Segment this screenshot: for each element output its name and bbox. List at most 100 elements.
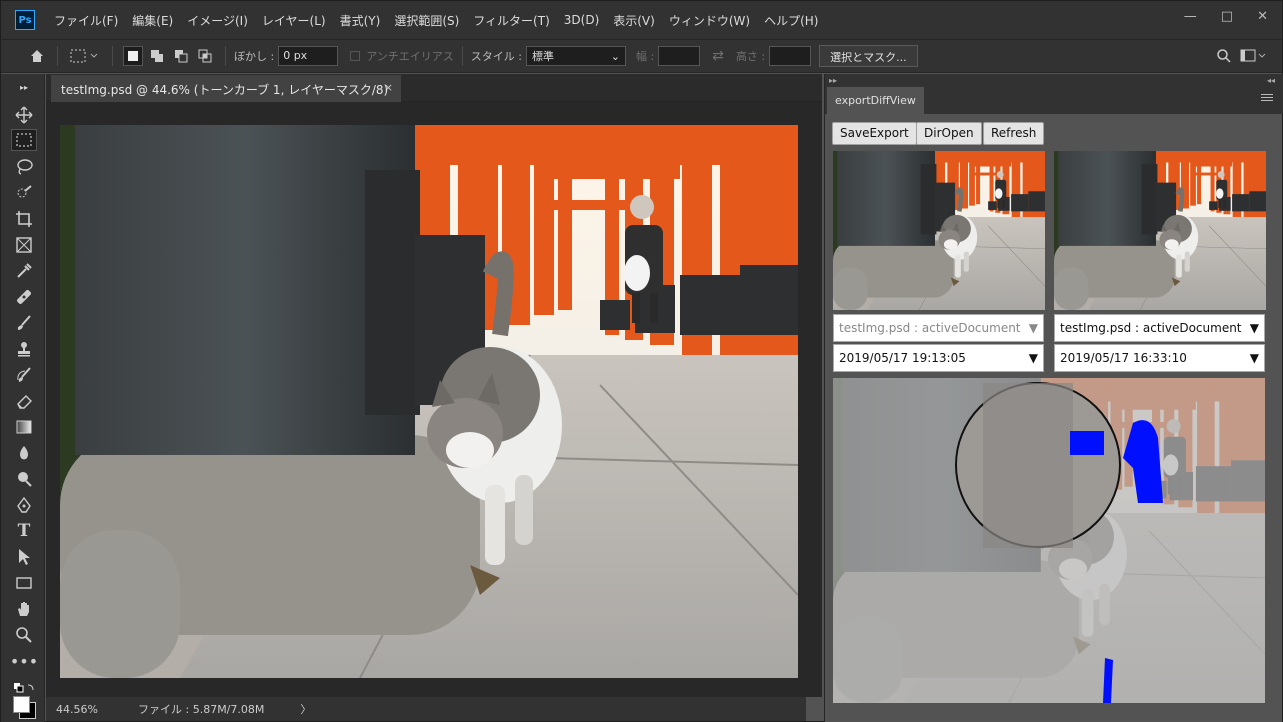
document-tab-bar: testImg.psd @ 44.6% (トーンカーブ 1, レイヤーマスク/8…: [46, 74, 822, 102]
dropdown-arrow-icon: ▼: [1028, 321, 1038, 335]
divider: [57, 46, 58, 66]
dropdown-arrow-icon: ▼: [1249, 351, 1259, 365]
style-value: 標準: [531, 50, 554, 63]
more-icon[interactable]: •••: [10, 650, 38, 672]
foreground-color-swatch[interactable]: [13, 696, 30, 713]
menu-bar: Ps ファイル(F) 編集(E) イメージ(I) レイヤー(L) 書式(Y) 選…: [1, 1, 1282, 39]
left-thumbnail: [833, 151, 1045, 310]
right-source-select[interactable]: testImg.psd : activeDocument ▼: [1054, 314, 1265, 342]
right-source-value: testImg.psd : activeDocument: [1060, 321, 1242, 335]
maximize-button[interactable]: □: [1221, 9, 1233, 24]
type-icon[interactable]: T: [11, 520, 37, 542]
rectangle-icon[interactable]: [11, 572, 37, 594]
zoom-level[interactable]: 44.56%: [56, 703, 116, 716]
export-diff-view-panel: ▸▸ ◂◂ exportDiffView SaveExport DirOpen …: [824, 74, 1283, 722]
history-brush-icon[interactable]: [11, 364, 37, 386]
pen-icon[interactable]: [11, 494, 37, 516]
intersect-selection-icon[interactable]: [195, 46, 215, 66]
width-input[interactable]: [658, 46, 701, 66]
antialias-checkbox[interactable]: [350, 51, 361, 61]
document-tab[interactable]: testImg.psd @ 44.6% (トーンカーブ 1, レイヤーマスク/8…: [51, 75, 401, 102]
divider: [225, 46, 226, 66]
menu-image[interactable]: イメージ(I): [180, 12, 255, 29]
gradient-icon[interactable]: [11, 416, 37, 438]
menu-select[interactable]: 選択範囲(S): [387, 12, 466, 29]
menu-file[interactable]: ファイル(F): [47, 12, 125, 29]
height-input[interactable]: [769, 46, 812, 66]
status-arrow-icon[interactable]: 〉: [300, 701, 311, 717]
menu-view[interactable]: 表示(V): [606, 12, 662, 29]
lasso-icon[interactable]: [11, 156, 37, 178]
file-info: ファイル : 5.87M/7.08M: [138, 703, 265, 716]
home-icon[interactable]: [27, 46, 47, 66]
select-and-mask-button[interactable]: 選択とマスク...: [819, 45, 918, 67]
new-selection-icon[interactable]: [123, 46, 143, 66]
menu-3d[interactable]: 3D(D): [557, 13, 606, 27]
menu-edit[interactable]: 編集(E): [125, 12, 180, 29]
left-source-select[interactable]: testImg.psd : activeDocument ▼: [833, 314, 1044, 342]
style-select[interactable]: 標準 ⌄: [525, 46, 626, 66]
diff-highlight-zoomed: [1070, 431, 1104, 455]
collapse-icon[interactable]: ▸▸: [829, 76, 837, 85]
feather-input[interactable]: 0 px: [278, 46, 339, 66]
add-selection-icon[interactable]: [147, 46, 167, 66]
blur-icon[interactable]: [11, 442, 37, 464]
dir-open-button[interactable]: DirOpen: [916, 122, 982, 145]
menu-type[interactable]: 書式(Y): [333, 12, 388, 29]
panel-menu-icon[interactable]: [1261, 94, 1273, 103]
hand-icon[interactable]: [11, 598, 37, 620]
dodge-icon[interactable]: [11, 468, 37, 490]
divider: [112, 46, 113, 66]
path-select-icon[interactable]: [11, 546, 37, 568]
brush-icon[interactable]: [11, 312, 37, 334]
status-bar: 44.56% ファイル : 5.87M/7.08M 〉: [46, 697, 806, 721]
stamp-icon[interactable]: [11, 338, 37, 360]
menu-window[interactable]: ウィンドウ(W): [662, 12, 757, 29]
crop-icon[interactable]: [11, 208, 37, 230]
search-icon[interactable]: [1214, 46, 1234, 66]
document-canvas[interactable]: [46, 102, 822, 697]
divider: [461, 46, 463, 66]
refresh-button[interactable]: Refresh: [983, 122, 1045, 145]
marquee-preset-icon[interactable]: [68, 46, 102, 66]
swap-icon[interactable]: ⇄: [712, 48, 724, 64]
marquee-icon[interactable]: [11, 129, 37, 151]
menu-layer[interactable]: レイヤー(L): [255, 12, 333, 29]
eraser-icon[interactable]: [11, 390, 37, 412]
dropdown-arrow-icon: ▼: [1028, 351, 1038, 365]
healing-icon[interactable]: [11, 286, 37, 308]
height-label: 高さ :: [735, 50, 766, 63]
menu-filter[interactable]: フィルター(T): [466, 12, 556, 29]
right-date-value: 2019/05/17 16:33:10: [1060, 351, 1187, 365]
workspace-icon[interactable]: [1238, 46, 1268, 66]
diff-view-canvas[interactable]: [833, 378, 1265, 703]
save-export-button[interactable]: SaveExport: [832, 122, 917, 145]
window-controls: — □ ✕: [1184, 9, 1268, 24]
right-date-select[interactable]: 2019/05/17 16:33:10 ▼: [1054, 344, 1265, 372]
move-icon[interactable]: [11, 104, 37, 126]
width-label: 幅 :: [635, 50, 655, 63]
collapse-icon[interactable]: ◂◂: [1267, 76, 1275, 85]
minimize-button[interactable]: —: [1184, 9, 1197, 24]
quick-select-icon[interactable]: [11, 182, 37, 204]
left-date-select[interactable]: 2019/05/17 19:13:05 ▼: [833, 344, 1044, 372]
zoom-icon[interactable]: [11, 624, 37, 646]
frame-icon[interactable]: [11, 234, 37, 256]
tab-export-diff-view[interactable]: exportDiffView: [827, 87, 924, 114]
antialias-label: アンチエイリアス: [366, 50, 454, 63]
document-title: testImg.psd @ 44.6% (トーンカーブ 1, レイヤーマスク/8…: [61, 83, 389, 97]
feather-label: ぼかし :: [234, 50, 275, 63]
default-colors-icon[interactable]: [14, 680, 34, 693]
left-source-value: testImg.psd : activeDocument: [839, 321, 1021, 335]
style-label: スタイル :: [470, 50, 522, 63]
close-button[interactable]: ✕: [1257, 9, 1268, 24]
collapse-icon[interactable]: ▸▸: [11, 82, 37, 92]
menu-help[interactable]: ヘルプ(H): [757, 12, 825, 29]
photoshop-window: Ps ファイル(F) 編集(E) イメージ(I) レイヤー(L) 書式(Y) 選…: [0, 0, 1283, 722]
eyedropper-icon[interactable]: [11, 260, 37, 282]
photoshop-logo: Ps: [15, 10, 35, 30]
subtract-selection-icon[interactable]: [171, 46, 191, 66]
close-icon[interactable]: ×: [384, 81, 393, 94]
panel-header: ▸▸ ◂◂ exportDiffView: [825, 74, 1283, 114]
tools-panel: ▸▸ T •••: [1, 74, 45, 722]
